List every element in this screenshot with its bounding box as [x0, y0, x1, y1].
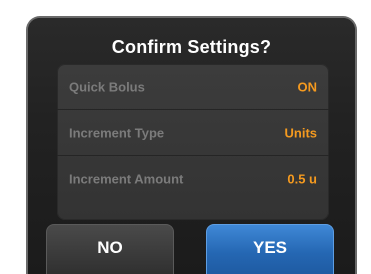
setting-label: Quick Bolus — [69, 79, 145, 94]
yes-button[interactable]: YES — [206, 224, 334, 274]
setting-row-increment-amount: Increment Amount 0.5 u — [57, 156, 329, 202]
setting-label: Increment Type — [69, 125, 165, 140]
setting-value: Units — [284, 125, 318, 140]
no-button[interactable]: NO — [46, 224, 174, 274]
setting-label: Increment Amount — [69, 171, 184, 187]
setting-value: 0.5 u — [287, 171, 317, 187]
setting-row-increment-type: Increment Type Units — [57, 110, 329, 156]
confirm-settings-dialog: Confirm Settings? Quick Bolus ON Increme… — [28, 18, 355, 274]
dialog-title: Confirm Settings? — [111, 37, 272, 57]
device-screen-frame: Confirm Settings? Quick Bolus ON Increme… — [26, 16, 357, 274]
settings-summary-panel: Quick Bolus ON Increment Type Units Incr… — [57, 64, 329, 220]
setting-row-quick-bolus: Quick Bolus ON — [57, 64, 329, 110]
setting-value: ON — [297, 79, 318, 94]
